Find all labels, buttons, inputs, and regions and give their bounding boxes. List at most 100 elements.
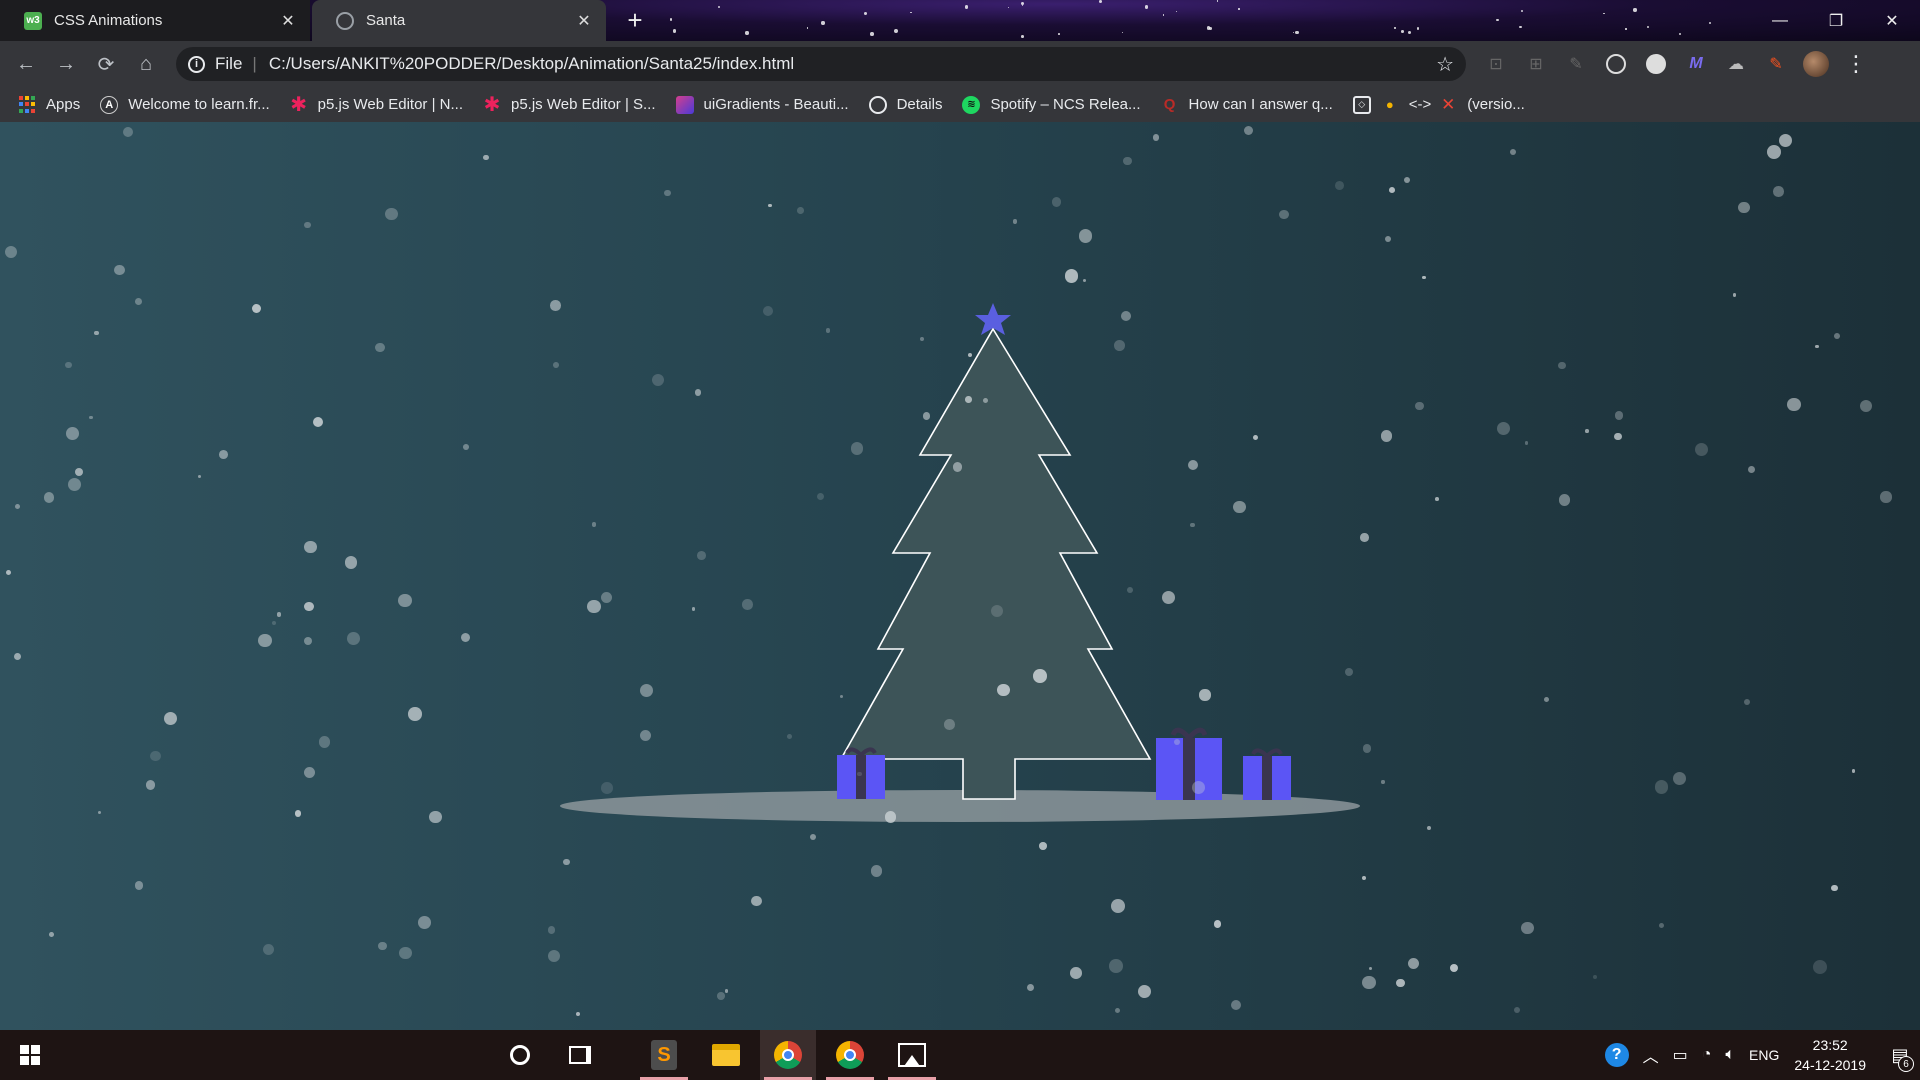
help-button[interactable]: ?	[1604, 1043, 1629, 1067]
snowflake	[1592, 974, 1597, 979]
background-star	[1162, 14, 1165, 16]
taskbar-chrome-2[interactable]	[822, 1030, 878, 1080]
background-star	[1293, 32, 1295, 34]
snowflake	[43, 491, 55, 503]
start-button[interactable]	[0, 1030, 60, 1080]
background-star	[1216, 0, 1219, 2]
snowflake	[1078, 229, 1093, 243]
snowflake	[375, 342, 385, 353]
address-separator: |	[252, 54, 257, 73]
snowflake	[1813, 959, 1828, 974]
bookmark-details[interactable]: Details	[868, 95, 942, 114]
info-extension-icon[interactable]	[1640, 48, 1672, 80]
bookmark-star-icon[interactable]: ☆	[1436, 52, 1454, 77]
clock[interactable]: 23:52 24-12-2019	[1794, 1035, 1866, 1075]
clock-date: 24-12-2019	[1794, 1057, 1866, 1073]
snowflake	[408, 707, 422, 721]
background-star	[870, 32, 874, 37]
christmas-tree	[839, 327, 1152, 800]
background-star	[1709, 21, 1712, 25]
snowflake	[996, 683, 1010, 697]
bookmark-version[interactable]: ✕ (versio...	[1439, 95, 1525, 114]
snowflake	[1123, 157, 1132, 166]
tab-strip: w3 CSS Animations ✕ Santa ✕ + — ❐ ✕	[0, 0, 1920, 41]
close-icon[interactable]: ✕	[574, 11, 594, 31]
tab-css-animations[interactable]: w3 CSS Animations ✕	[0, 0, 310, 41]
background-star	[1625, 28, 1627, 30]
snowflake	[1524, 440, 1529, 445]
address-bar[interactable]: i File | C:/Users/ANKIT%20PODDER/Desktop…	[176, 47, 1466, 81]
tab-santa[interactable]: Santa ✕	[312, 0, 606, 41]
taskbar-chrome-1[interactable]	[760, 1030, 816, 1080]
task-view-button[interactable]	[552, 1030, 608, 1080]
background-star	[821, 21, 825, 25]
snowflake	[663, 189, 671, 197]
speed-dial-icon[interactable]	[1600, 48, 1632, 80]
cloud-extension-icon[interactable]: ☁	[1720, 48, 1752, 80]
home-button[interactable]: ⌂	[126, 44, 166, 84]
snowflake	[1361, 975, 1376, 990]
menu-icon[interactable]: ⋮	[1840, 48, 1872, 80]
snowflake	[1127, 586, 1134, 593]
snowflake	[13, 652, 21, 660]
bookmark-p5js-2[interactable]: ✱ p5.js Web Editor | S...	[483, 94, 656, 116]
background-star	[1603, 12, 1605, 15]
volume-icon[interactable]: 🔈︎	[1725, 1046, 1735, 1064]
burger-icon: ●	[1385, 97, 1394, 112]
close-icon[interactable]: ✕	[278, 11, 298, 31]
extension-grayed-icon[interactable]: ✎	[1560, 48, 1592, 80]
restore-button[interactable]: ❐	[1808, 0, 1864, 41]
language-indicator[interactable]: ENG	[1749, 1047, 1779, 1063]
forward-button[interactable]: →	[46, 44, 86, 84]
snowflake	[1404, 176, 1411, 183]
profile-avatar[interactable]	[1800, 48, 1832, 80]
bookmark-spotify[interactable]: ≋ Spotify – NCS Relea...	[962, 95, 1141, 114]
bookmark-quora[interactable]: Q How can I answer q...	[1161, 96, 1333, 114]
bookmark-codepen[interactable]: ◇ ● <->	[1352, 95, 1431, 114]
show-hidden-icons-button[interactable]: ︿	[1643, 1043, 1659, 1067]
minimize-button[interactable]: —	[1752, 0, 1808, 41]
bookmark-uigradients[interactable]: uiGradients - Beauti...	[675, 95, 849, 114]
extension-grayed-icon[interactable]: ⊞	[1520, 48, 1552, 80]
back-button[interactable]: ←	[6, 44, 46, 84]
bookmark-label: How can I answer q...	[1188, 96, 1333, 113]
taskbar-sublime-text[interactable]: S	[636, 1030, 692, 1080]
snowflake	[94, 331, 99, 336]
snowflake	[1426, 825, 1431, 830]
task-view-icon	[569, 1046, 591, 1064]
snowflake	[1497, 421, 1511, 435]
taskbar-file-explorer[interactable]	[698, 1030, 754, 1080]
site-info-icon[interactable]: i	[188, 55, 205, 73]
close-window-button[interactable]: ✕	[1864, 0, 1920, 41]
codepen-icon: ◇	[1352, 95, 1371, 114]
color-picker-icon[interactable]: ✎	[1760, 48, 1792, 80]
snowflake	[1834, 332, 1841, 339]
battery-icon[interactable]: ▭	[1673, 1045, 1688, 1065]
snowflake	[1213, 920, 1222, 928]
action-center-button[interactable]: ▤ 6	[1880, 1030, 1920, 1080]
url-text[interactable]: C:/Users/ANKIT%20PODDER/Desktop/Animatio…	[269, 54, 1436, 74]
m-extension-icon[interactable]: M	[1680, 48, 1712, 80]
snowflake	[1389, 186, 1396, 193]
taskbar-photos[interactable]	[884, 1030, 940, 1080]
cortana-button[interactable]	[492, 1030, 548, 1080]
snowflake	[691, 607, 696, 611]
snowflake	[1114, 340, 1125, 352]
bookmark-p5js-1[interactable]: ✱ p5.js Web Editor | N...	[290, 94, 463, 116]
globe-icon	[868, 95, 887, 114]
bookmark-apps[interactable]: Apps	[18, 95, 81, 114]
bookmark-label: Apps	[46, 96, 81, 113]
background-star	[1407, 30, 1411, 35]
reload-button[interactable]: ⟳	[86, 44, 126, 84]
snowflake	[768, 203, 772, 208]
extension-grayed-icon[interactable]: ⊡	[1480, 48, 1512, 80]
snowflake	[601, 782, 613, 794]
wifi-icon[interactable]: ◔	[1702, 1046, 1712, 1064]
new-tab-button[interactable]: +	[620, 6, 650, 36]
snowflake	[1773, 186, 1784, 197]
snowflake	[1190, 522, 1195, 528]
snowflake	[990, 604, 1003, 617]
window-controls: — ❐ ✕	[1752, 0, 1920, 41]
snowflake	[787, 733, 792, 739]
bookmark-learn[interactable]: A Welcome to learn.fr...	[100, 95, 270, 114]
